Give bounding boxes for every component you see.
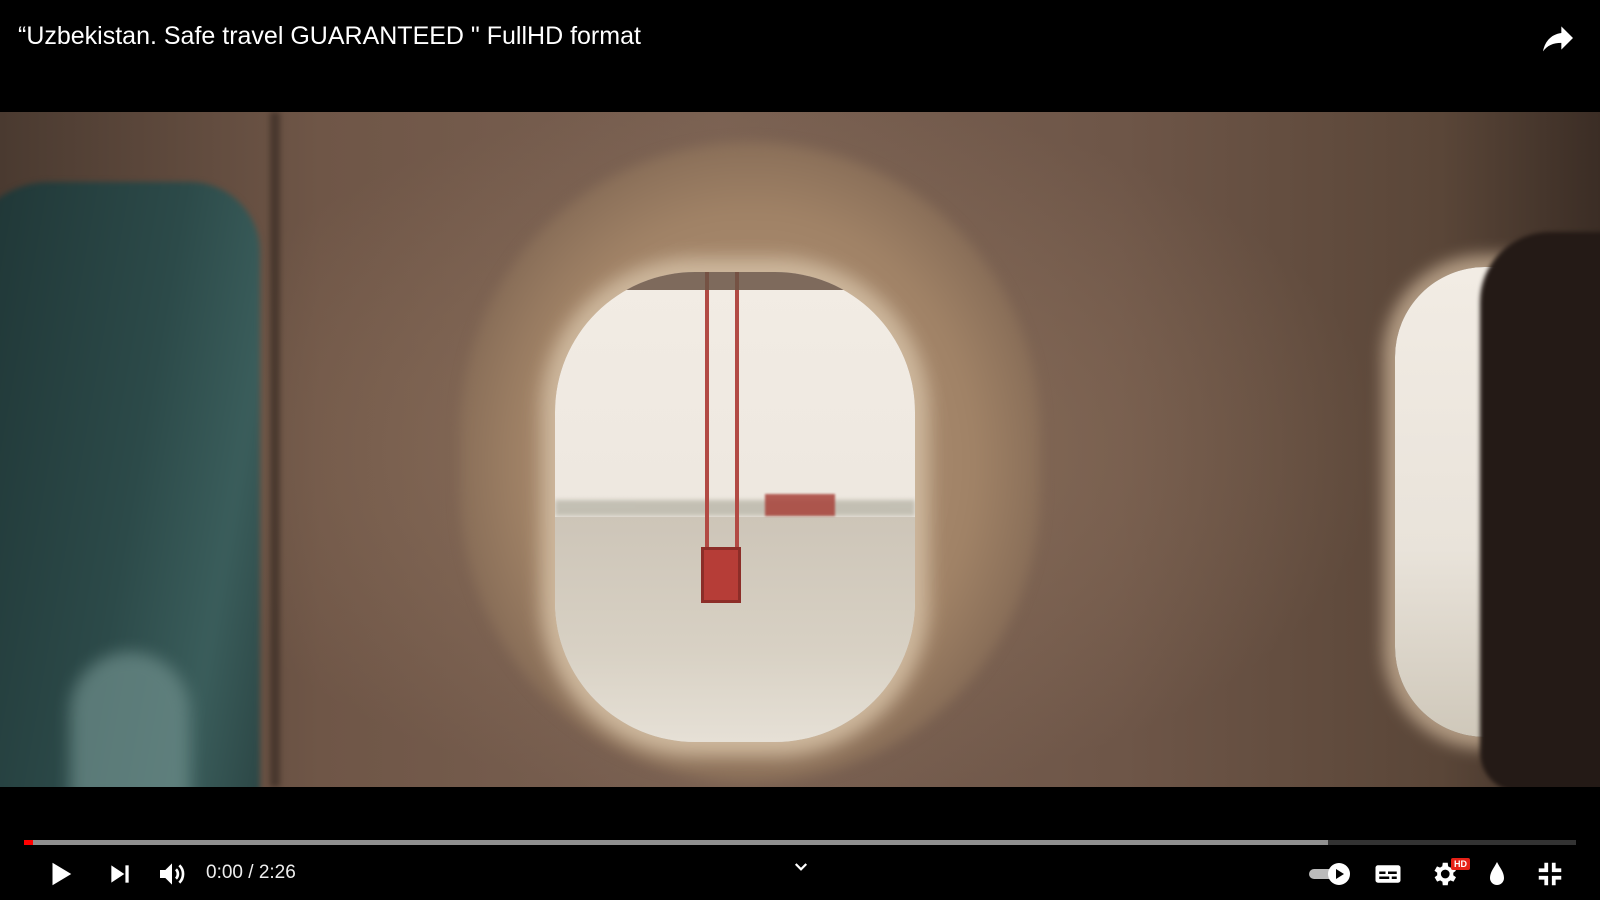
video-title[interactable]: “Uzbekistan. Safe travel GUARANTEED " Fu… <box>18 20 641 52</box>
share-button[interactable] <box>1538 18 1578 58</box>
volume-button[interactable] <box>154 856 190 892</box>
airplane-window <box>555 272 915 742</box>
captions-button[interactable] <box>1370 856 1406 892</box>
current-time: 0:00 <box>206 862 243 883</box>
progress-buffered <box>24 840 1328 845</box>
video-frame[interactable] <box>0 112 1600 787</box>
play-icon <box>52 862 72 886</box>
exit-fullscreen-button[interactable] <box>1532 856 1568 892</box>
exit-fullscreen-icon <box>1538 862 1562 886</box>
next-button[interactable] <box>102 856 138 892</box>
ambient-drop-icon <box>1490 862 1504 885</box>
hd-badge: HD <box>1451 858 1470 870</box>
ambient-mode-button[interactable] <box>1482 856 1512 892</box>
subtitles-icon <box>1375 865 1401 883</box>
cabin-panel-seam <box>270 112 280 787</box>
seat-right <box>1480 232 1600 787</box>
chevron-down-icon <box>794 863 808 871</box>
settings-button[interactable]: HD <box>1424 856 1470 892</box>
airport-vehicle <box>765 494 835 516</box>
volume-icon <box>160 863 185 885</box>
expand-button[interactable] <box>788 856 814 878</box>
lighting-mast <box>705 272 739 572</box>
play-button[interactable] <box>40 856 80 892</box>
duration: 2:26 <box>258 862 296 883</box>
window-shade <box>555 272 915 290</box>
time-separator: / <box>248 862 254 883</box>
progress-bar[interactable] <box>24 840 1576 845</box>
title-bar: “Uzbekistan. Safe travel GUARANTEED " Fu… <box>0 0 1600 112</box>
time-display: 0:00 / 2:26 <box>206 860 296 886</box>
progress-played <box>24 840 34 845</box>
next-icon <box>111 865 129 883</box>
share-icon <box>1543 26 1573 52</box>
seat-left-highlight <box>70 652 190 787</box>
mast-base <box>701 547 741 603</box>
autoplay-toggle[interactable] <box>1306 856 1352 892</box>
autoplay-toggle-icon <box>1309 863 1350 885</box>
